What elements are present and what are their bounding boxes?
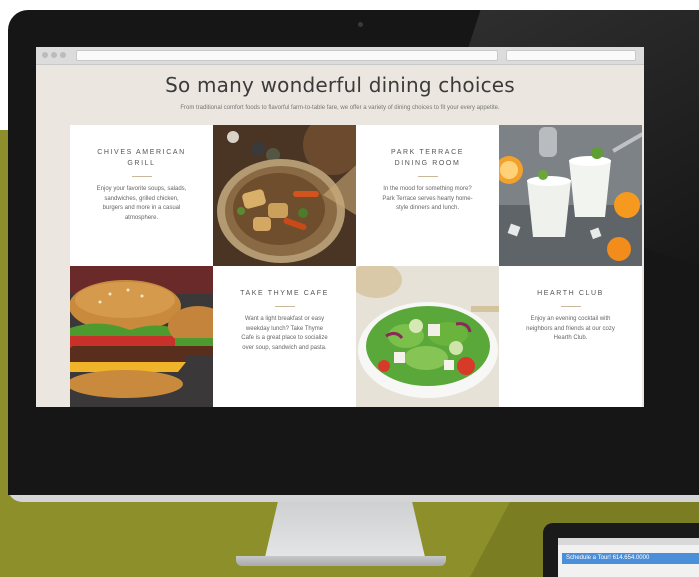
salad-image — [356, 266, 499, 407]
website-screen: So many wonderful dining choices From tr… — [36, 47, 644, 407]
second-monitor: Schedule a Tour! 614.654.0000 — [543, 523, 699, 577]
venue-description: In the mood for something more? Park Ter… — [382, 186, 473, 211]
burger-icon — [70, 266, 213, 407]
browser-chrome — [36, 47, 644, 65]
search-bar[interactable] — [506, 50, 636, 61]
burger-image — [70, 266, 213, 407]
window-close-icon[interactable] — [42, 52, 48, 58]
venue-name: TAKE THYME CAFE — [240, 290, 329, 297]
cocktails-icon — [499, 125, 642, 266]
stew-dish-image — [213, 125, 356, 266]
dining-grid: CHIVES AMERICAN GRILL Enjoy your favorit… — [70, 125, 644, 407]
venue-card-hearth-club[interactable]: HEARTH CLUB Enjoy an evening cocktail wi… — [499, 266, 642, 407]
schedule-tour-banner[interactable]: Schedule a Tour! 614.654.0000 — [562, 553, 699, 564]
venue-card-take-thyme[interactable]: TAKE THYME CAFE Want a light breakfast o… — [213, 266, 356, 407]
venue-description: Enjoy an evening cocktail with neighbors… — [526, 316, 615, 341]
monitor-stand — [265, 502, 425, 557]
page-subtitle: From traditional comfort foods to flavor… — [180, 105, 500, 111]
divider — [274, 306, 295, 307]
monitor-foot — [236, 556, 446, 566]
address-bar[interactable] — [76, 50, 498, 61]
divider — [560, 306, 581, 307]
window-minimize-icon[interactable] — [51, 52, 57, 58]
venue-description: Want a light breakfast or easy weekday l… — [241, 316, 328, 351]
salad-icon — [356, 266, 499, 407]
camera-icon — [358, 22, 363, 27]
venue-description: Enjoy your favorite soups, salads, sandw… — [96, 186, 187, 221]
cocktails-image — [499, 125, 642, 266]
page-title: So many wonderful dining choices — [165, 73, 515, 97]
venue-name: PARK TERRACE DINING ROOM — [390, 149, 464, 167]
venue-card-park-terrace[interactable]: PARK TERRACE DINING ROOM In the mood for… — [356, 125, 499, 266]
second-monitor-screen: Schedule a Tour! 614.654.0000 — [558, 538, 699, 577]
window-maximize-icon[interactable] — [60, 52, 66, 58]
browser-chrome — [558, 538, 699, 545]
divider — [417, 176, 438, 177]
divider — [131, 176, 152, 177]
venue-card-chives[interactable]: CHIVES AMERICAN GRILL Enjoy your favorit… — [70, 125, 213, 266]
stew-dish-icon — [213, 125, 356, 266]
venue-name: CHIVES AMERICAN GRILL — [97, 149, 186, 167]
venue-name: HEARTH CLUB — [537, 290, 604, 297]
